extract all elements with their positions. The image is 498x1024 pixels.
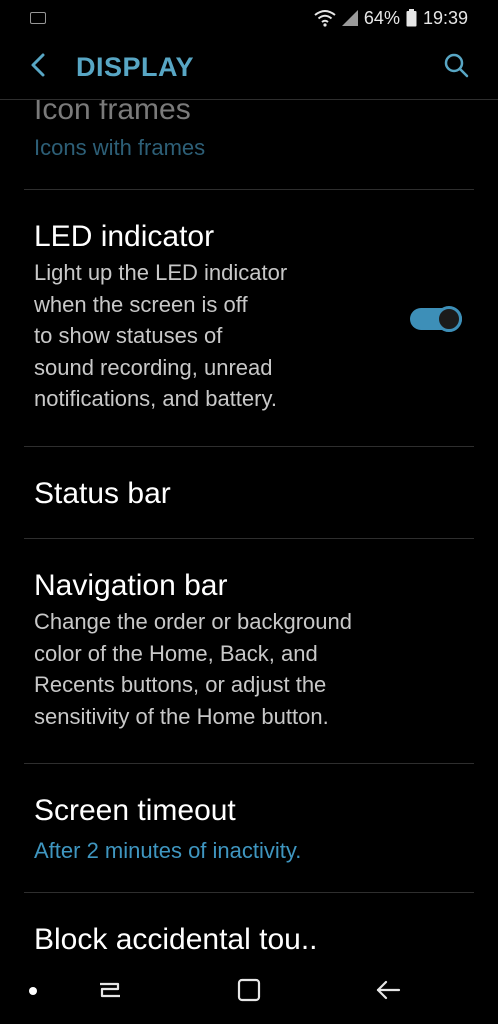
status-bar: 64% 19:39 — [0, 0, 498, 36]
list-item-navigation-bar[interactable]: Navigation bar Change the order or backg… — [34, 568, 474, 732]
search-icon — [443, 52, 469, 83]
clock: 19:39 — [422, 7, 468, 28]
item-subtitle: Change the order or background color of … — [34, 606, 474, 732]
divider — [24, 446, 474, 447]
divider — [24, 892, 474, 893]
list-item-led-indicator[interactable]: LED indicator Light up the LED indicator… — [34, 219, 394, 415]
subtitle-line: to show statuses of — [34, 323, 223, 348]
back-button[interactable] — [16, 46, 60, 90]
subtitle-line: Change the order or background — [34, 609, 352, 634]
list-item-screen-timeout[interactable]: Screen timeout After 2 minutes of inacti… — [34, 793, 474, 867]
toggle-knob — [436, 306, 462, 332]
battery-icon — [406, 9, 417, 27]
list-item-icon-frames[interactable]: Icon frames Icons with frames — [34, 100, 474, 164]
led-indicator-toggle[interactable] — [410, 306, 462, 332]
home-icon — [237, 978, 261, 1007]
item-title: Navigation bar — [34, 569, 228, 602]
list-item-status-bar[interactable]: Status bar — [34, 476, 474, 512]
back-arrow-icon — [375, 979, 401, 1006]
item-title: Block accidental tou.. — [34, 923, 318, 956]
subtitle-line: Light up the LED indicator — [34, 260, 288, 285]
settings-list: Icon frames Icons with frames LED indica… — [0, 100, 498, 960]
divider — [24, 763, 474, 764]
recents-button[interactable] — [90, 974, 130, 1010]
back-nav-button[interactable] — [368, 974, 408, 1010]
subtitle-line: notifications, and battery. — [34, 386, 277, 411]
item-subtitle: Light up the LED indicator when the scre… — [34, 257, 394, 415]
signal-icon — [341, 10, 358, 26]
battery-percent: 64% — [363, 7, 400, 28]
subtitle-line: sensitivity of the Home button. — [34, 703, 329, 729]
chevron-left-icon — [30, 52, 46, 83]
app-bar: DISPLAY — [0, 36, 498, 100]
home-button[interactable] — [229, 974, 269, 1010]
item-title: Status bar — [34, 477, 171, 510]
recents-icon — [98, 979, 122, 1006]
item-subtitle: After 2 minutes of inactivity. — [34, 838, 302, 863]
search-button[interactable] — [434, 46, 478, 90]
nav-dot-indicator — [29, 987, 37, 995]
item-title: LED indicator — [34, 220, 215, 253]
system-navigation-bar — [0, 960, 498, 1024]
status-bar-right: 64% 19:39 — [314, 8, 468, 29]
page-title: DISPLAY — [76, 52, 195, 82]
item-title: Icon frames — [34, 100, 191, 126]
notification-icon — [30, 12, 46, 24]
list-item-block-accidental-touches[interactable]: Block accidental tou.. — [34, 922, 474, 958]
divider — [24, 538, 474, 539]
divider — [24, 189, 474, 190]
wifi-icon — [314, 9, 336, 27]
item-subtitle: Icons with frames — [34, 135, 206, 160]
subtitle-line: sound recording, unread — [34, 354, 273, 380]
subtitle-line: Recents buttons, or adjust the — [34, 672, 327, 697]
item-title: Screen timeout — [34, 794, 236, 827]
subtitle-line: when the screen is off — [34, 291, 248, 317]
subtitle-line: color of the Home, Back, and — [34, 640, 318, 666]
